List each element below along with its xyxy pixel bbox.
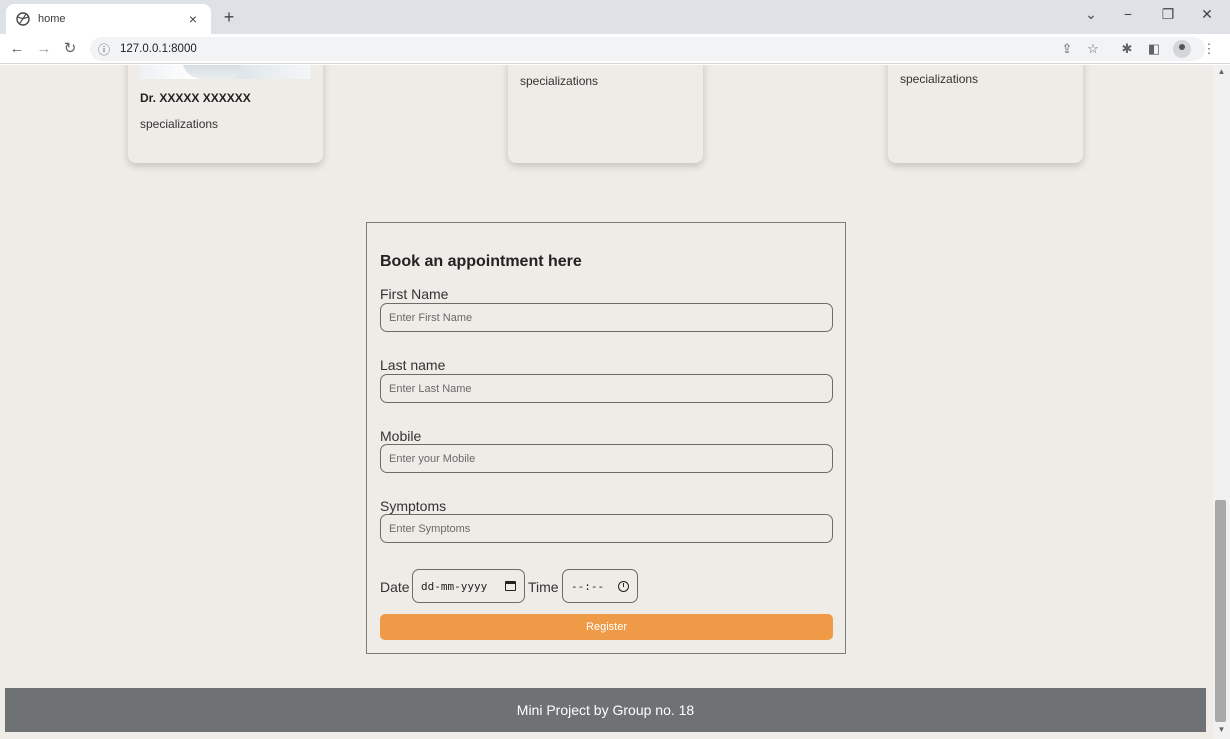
minimize-button[interactable]: − bbox=[1118, 6, 1138, 22]
scroll-down-icon[interactable]: ▼ bbox=[1213, 725, 1230, 739]
clock-icon[interactable] bbox=[618, 580, 629, 592]
last-name-label: Last name bbox=[380, 357, 446, 373]
date-placeholder: dd-mm-yyyy bbox=[421, 579, 488, 593]
date-label: Date bbox=[380, 579, 410, 595]
first-name-label: First Name bbox=[380, 286, 449, 302]
extensions-icon[interactable]: ✱ bbox=[1119, 41, 1135, 57]
form-title: Book an appointment here bbox=[380, 253, 582, 270]
symptoms-input[interactable] bbox=[380, 514, 833, 543]
doctor-card-3: specializations bbox=[888, 65, 1083, 163]
register-button[interactable]: Register bbox=[380, 614, 833, 640]
appointment-form: Book an appointment here First Name Last… bbox=[366, 222, 846, 654]
side-panel-icon[interactable]: ◧ bbox=[1146, 41, 1162, 57]
new-tab-button[interactable]: + bbox=[220, 7, 238, 28]
doctor-card-2: specializations bbox=[508, 65, 703, 163]
browser-tabstrip: home × + ⌄ − ❐ ✕ bbox=[0, 0, 1230, 34]
doctor-specialization: specializations bbox=[520, 74, 599, 88]
footer: Mini Project by Group no. 18 bbox=[5, 688, 1206, 732]
doctor-specialization: specializations bbox=[140, 117, 219, 131]
forward-icon[interactable]: → bbox=[35, 40, 53, 58]
date-input[interactable]: dd-mm-yyyy bbox=[412, 569, 525, 603]
share-icon[interactable]: ⇪ bbox=[1059, 41, 1075, 57]
mobile-label: Mobile bbox=[380, 428, 422, 444]
symptoms-label: Symptoms bbox=[380, 498, 447, 514]
mobile-input[interactable] bbox=[380, 444, 833, 473]
calendar-icon[interactable] bbox=[505, 581, 516, 591]
footer-text: Mini Project by Group no. 18 bbox=[516, 702, 695, 718]
first-name-input[interactable] bbox=[380, 303, 833, 332]
doctor-photo bbox=[140, 65, 310, 79]
globe-icon bbox=[16, 12, 30, 26]
tab-title: home bbox=[38, 13, 66, 25]
reload-icon[interactable]: ↻ bbox=[61, 40, 79, 58]
restore-button[interactable]: ❐ bbox=[1158, 6, 1178, 23]
tab-close-icon[interactable]: × bbox=[185, 11, 201, 27]
time-label: Time bbox=[528, 579, 559, 595]
scrollbar-thumb[interactable] bbox=[1215, 500, 1226, 722]
star-icon[interactable]: ☆ bbox=[1085, 41, 1101, 57]
browser-tab[interactable]: home × bbox=[6, 4, 211, 34]
profile-icon[interactable] bbox=[1173, 40, 1191, 58]
browser-toolbar: ← → ↻ ⓘ 127.0.0.1:8000 ⇪ ☆ ✱ ◧ ⋮ bbox=[0, 34, 1230, 64]
tab-search-icon[interactable]: ⌄ bbox=[1081, 6, 1101, 23]
info-icon[interactable]: ⓘ bbox=[98, 41, 112, 58]
close-window-button[interactable]: ✕ bbox=[1197, 6, 1217, 23]
back-icon[interactable]: ← bbox=[8, 40, 26, 58]
url-text: 127.0.0.1:8000 bbox=[120, 43, 197, 55]
page-viewport: Dr. XXXXX XXXXXX specializations special… bbox=[0, 65, 1213, 739]
last-name-input[interactable] bbox=[380, 374, 833, 403]
doctor-specialization: specializations bbox=[900, 72, 979, 86]
address-bar[interactable]: ⓘ 127.0.0.1:8000 bbox=[90, 37, 1205, 61]
doctor-card-1: Dr. XXXXX XXXXXX specializations bbox=[128, 65, 323, 163]
doctor-name: Dr. XXXXX XXXXXX bbox=[140, 91, 251, 105]
scroll-up-icon[interactable]: ▲ bbox=[1213, 67, 1230, 81]
time-placeholder: --:-- bbox=[571, 579, 605, 593]
time-input[interactable]: --:-- bbox=[562, 569, 638, 603]
menu-icon[interactable]: ⋮ bbox=[1201, 41, 1217, 57]
